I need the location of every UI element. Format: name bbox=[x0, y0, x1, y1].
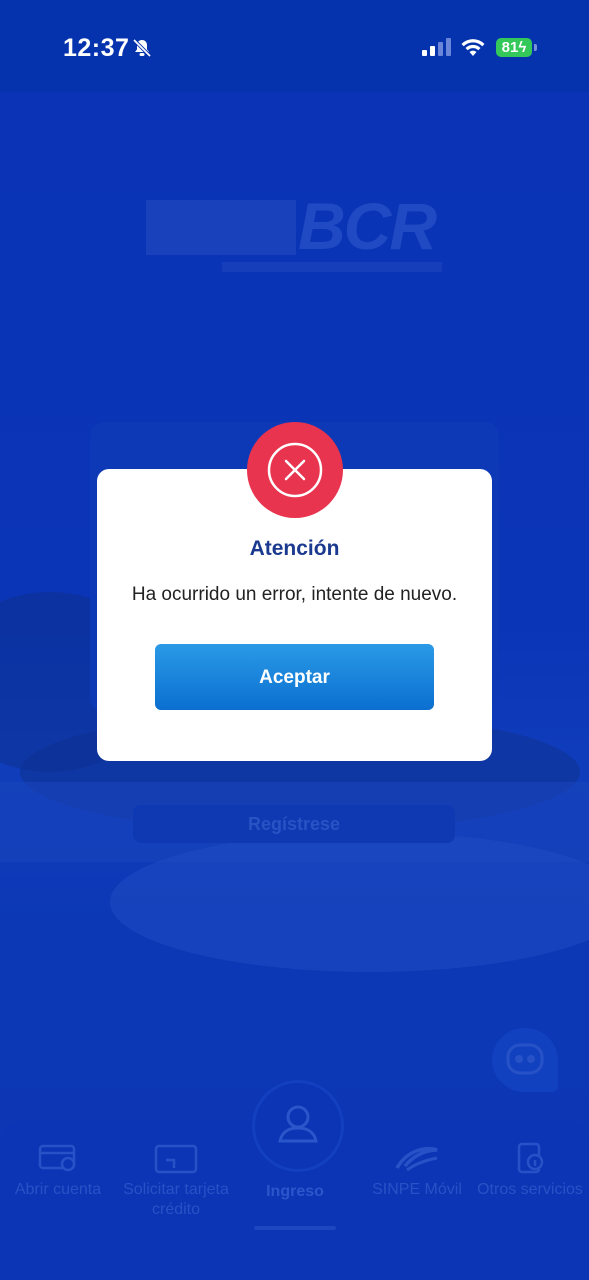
status-time: 12:37 bbox=[63, 34, 130, 62]
battery-tip bbox=[534, 44, 537, 51]
wifi-icon bbox=[461, 39, 485, 56]
accept-button[interactable]: Aceptar bbox=[155, 644, 434, 710]
battery-indicator: 81ϟ bbox=[496, 38, 532, 57]
battery-level: 81 bbox=[501, 39, 519, 56]
charging-icon: ϟ bbox=[518, 39, 527, 56]
close-circle-icon bbox=[267, 442, 323, 498]
dialog-message: Ha ocurrido un error, intente de nuevo. bbox=[131, 584, 458, 605]
signal-icon bbox=[422, 38, 451, 56]
status-bar: 12:37 81ϟ bbox=[0, 0, 589, 92]
dialog-title: Atención bbox=[249, 537, 340, 560]
error-icon bbox=[247, 422, 343, 518]
bell-muted-icon bbox=[132, 38, 152, 58]
